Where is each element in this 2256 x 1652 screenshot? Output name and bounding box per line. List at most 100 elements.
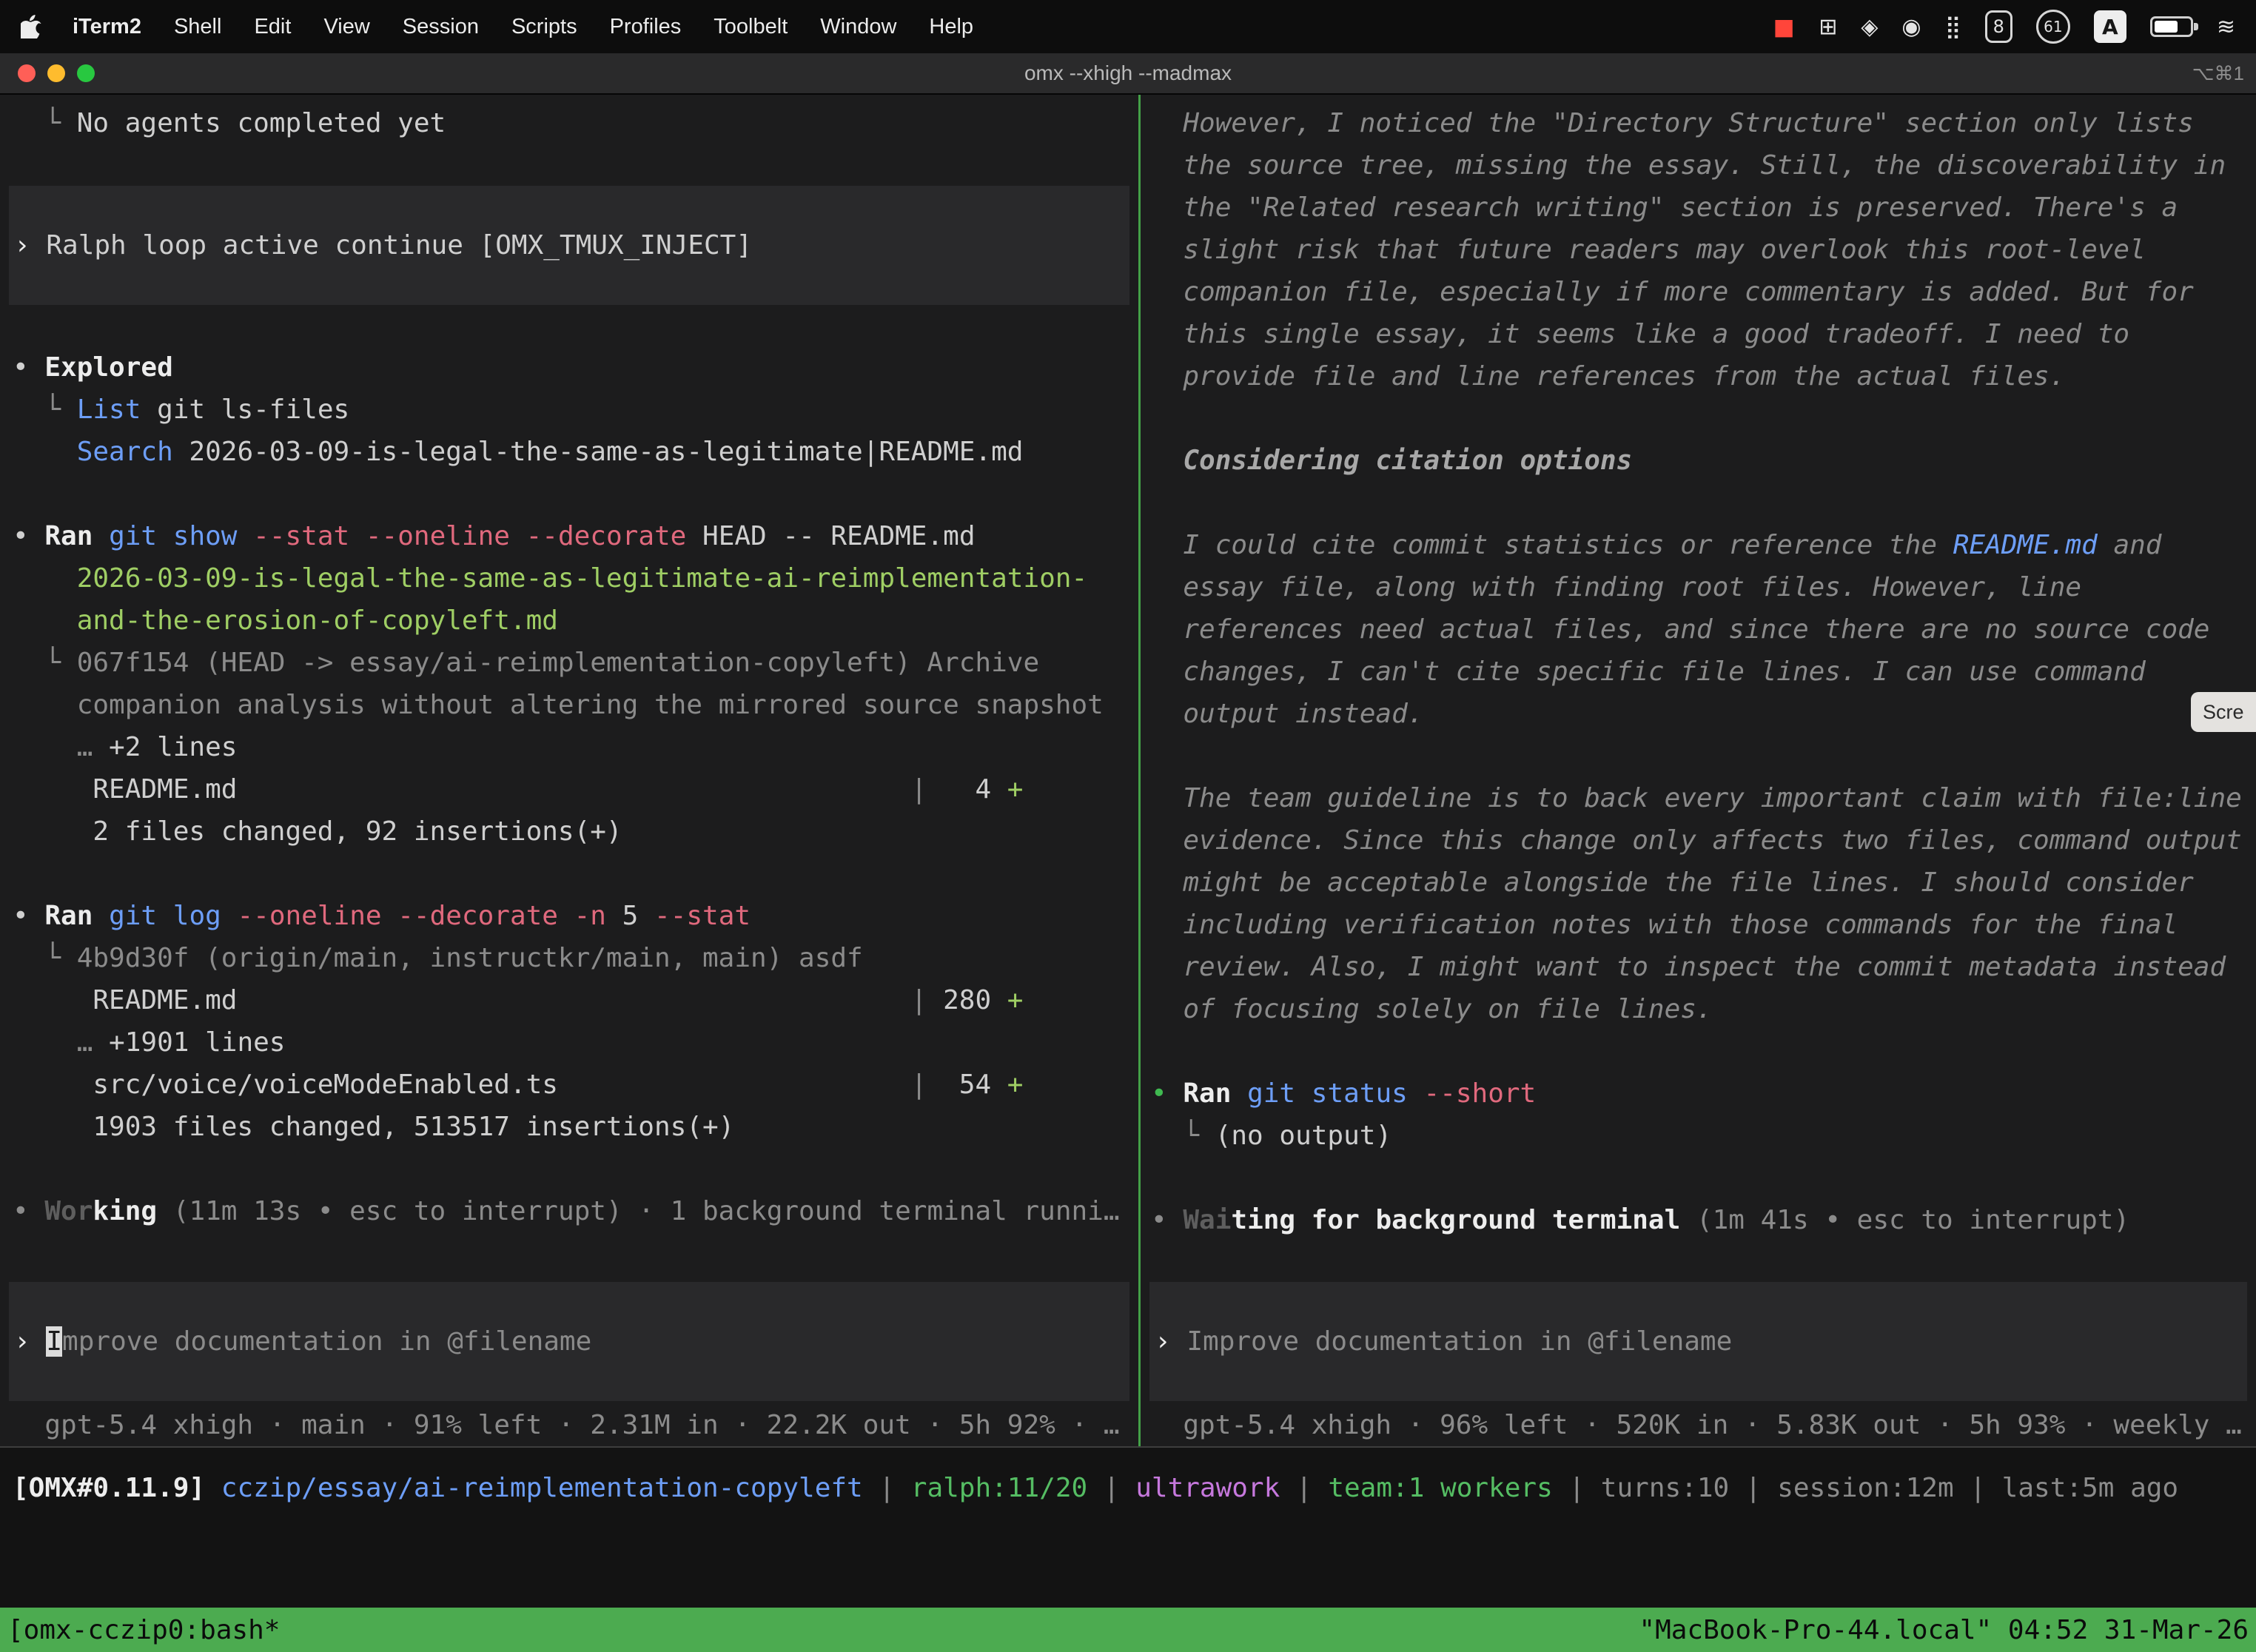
- terminal-line: 1903 files changed, 513517 insertions(+): [13, 1106, 1138, 1148]
- screen-notification-label: Scre: [2203, 701, 2244, 724]
- right-pane-output: However, I noticed the "Directory Struct…: [1141, 102, 2256, 1241]
- terminal-line: the source tree, missing the essay. Stil…: [1151, 144, 2256, 187]
- tmux-session-info: [omx-cczip0:bash*: [7, 1615, 280, 1645]
- menu-shell[interactable]: Shell: [174, 15, 222, 39]
- terminal-line: of focusing solely on file lines.: [1151, 988, 2256, 1030]
- menu-profiles[interactable]: Profiles: [610, 15, 682, 39]
- terminal-line: output instead.: [1151, 693, 2256, 735]
- right-agent-pane[interactable]: However, I noticed the "Directory Struct…: [1141, 95, 2256, 1446]
- terminal-line: … +2 lines: [13, 726, 1138, 768]
- terminal-line: └ (no output): [1151, 1115, 2256, 1157]
- omx-status-bar: [OMX#0.11.9] cczip/essay/ai-reimplementa…: [0, 1448, 2256, 1513]
- traffic-lights: [0, 64, 95, 82]
- left-pane-output: • Explored └ List git ls-files Search 20…: [0, 346, 1138, 1232]
- terminal-line: • Waiting for background terminal (1m 41…: [1151, 1199, 2256, 1241]
- terminal-line: README.md | 4 +: [13, 768, 1138, 810]
- terminal-line: [13, 853, 1138, 895]
- terminal-line: evidence. Since this change only affects…: [1151, 819, 2256, 862]
- menu-view[interactable]: View: [323, 15, 369, 39]
- prompt-input-left-text: › Improve documentation in @filename: [14, 1320, 1121, 1363]
- inject-message-line: › Ralph loop active continue [OMX_TMUX_I…: [14, 224, 1121, 266]
- terminal-line: companion file, especially if more comme…: [1151, 271, 2256, 313]
- terminal-line: and-the-erosion-of-copyleft.md: [13, 600, 1138, 642]
- terminal-line: … +1901 lines: [13, 1021, 1138, 1064]
- app-grid-icon[interactable]: ⊞: [1819, 14, 1837, 40]
- left-agent-pane[interactable]: └ No agents completed yet › Ralph loop a…: [0, 95, 1138, 1446]
- terminal-line: the "Related research writing" section i…: [1151, 187, 2256, 229]
- terminal-line: └ 067f154 (HEAD -> essay/ai-reimplementa…: [13, 642, 1138, 684]
- terminal-line: • Ran git show --stat --oneline --decora…: [13, 515, 1138, 557]
- terminal-line: this single essay, it seems like a good …: [1151, 313, 2256, 355]
- terminal-line: slight risk that future readers may over…: [1151, 229, 2256, 271]
- terminal-line: [1151, 735, 2256, 777]
- terminal-line: references need actual files, and since …: [1151, 608, 2256, 651]
- app-circle-icon[interactable]: ◉: [1901, 14, 1921, 40]
- terminal-line: review. Also, I might want to inspect th…: [1151, 946, 2256, 988]
- terminal-line: changes, I can't cite specific file line…: [1151, 651, 2256, 693]
- terminal-line: • Ran git status --short: [1151, 1072, 2256, 1115]
- terminal-line: [13, 473, 1138, 515]
- menu-iterm2[interactable]: iTerm2: [73, 15, 141, 39]
- terminal-line: companion analysis without altering the …: [13, 684, 1138, 726]
- terminal-line: README.md | 280 +: [13, 979, 1138, 1021]
- terminal-line: I could cite commit statistics or refere…: [1151, 524, 2256, 566]
- inject-message-box[interactable]: › Ralph loop active continue [OMX_TMUX_I…: [9, 186, 1129, 305]
- terminal-line: 2 files changed, 92 insertions(+): [13, 810, 1138, 853]
- terminal-line: [13, 1148, 1138, 1190]
- app-diamond-icon[interactable]: ◈: [1861, 14, 1878, 40]
- menu-session[interactable]: Session: [403, 15, 479, 39]
- terminal-line: Considering citation options: [1151, 440, 2256, 482]
- menu-bar: iTerm2 Shell Edit View Session Scripts Profile…: [0, 0, 2256, 53]
- tmux-host-time: "MacBook-Pro-44.local" 04:52 31-Mar-26: [1639, 1615, 2249, 1645]
- terminal-line: [1151, 482, 2256, 524]
- tmux-panes: └ No agents completed yet › Ralph loop a…: [0, 95, 2256, 1446]
- right-pane-statusline: gpt-5.4 xhigh · 96% left · 520K in · 5.8…: [1141, 1404, 2256, 1446]
- apple-menu-icon[interactable]: [21, 15, 41, 38]
- terminal-line: essay file, along with finding root file…: [1151, 566, 2256, 608]
- input-source-icon[interactable]: A: [2094, 10, 2126, 43]
- prompt-input-right[interactable]: › Improve documentation in @filename: [1149, 1282, 2247, 1401]
- terminal-line: provide file and line references from th…: [1151, 355, 2256, 397]
- prompt-input-left[interactable]: › Improve documentation in @filename: [9, 1282, 1129, 1401]
- battery-percent-badge[interactable]: 61: [2036, 10, 2070, 44]
- menu-help[interactable]: Help: [929, 15, 973, 39]
- terminal-line: [1151, 397, 2256, 440]
- dots-grid-icon[interactable]: ⣿: [1945, 14, 1961, 40]
- menu-scripts[interactable]: Scripts: [511, 15, 577, 39]
- window-titlebar[interactable]: omx --xhigh --madmax ⌥⌘1: [0, 53, 2256, 95]
- terminal-line: src/voice/voiceModeEnabled.ts | 54 +: [13, 1064, 1138, 1106]
- menu-edit[interactable]: Edit: [254, 15, 291, 39]
- screen-recording-indicator[interactable]: ◼: [1773, 12, 1795, 42]
- tmux-status-bar: [omx-cczip0:bash* "MacBook-Pro-44.local"…: [0, 1608, 2256, 1652]
- window-shortcut-badge: ⌥⌘1: [2192, 62, 2256, 85]
- battery-icon[interactable]: [2150, 16, 2193, 37]
- zoom-button[interactable]: [77, 64, 95, 82]
- terminal-line: 2026-03-09-is-legal-the-same-as-legitima…: [13, 557, 1138, 600]
- terminal-line: └ List git ls-files: [13, 389, 1138, 431]
- left-pane-statusline: gpt-5.4 xhigh · main · 91% left · 2.31M …: [0, 1404, 1138, 1446]
- menu-status-icons: ◼ ⊞ ◈ ◉ ⣿ 8 61 A ≋: [1773, 10, 2235, 44]
- stat-pill-icon[interactable]: 8: [1985, 10, 2012, 43]
- left-pane-preamble: └ No agents completed yet: [0, 102, 1138, 144]
- terminal-line: • Ran git log --oneline --decorate -n 5 …: [13, 895, 1138, 937]
- terminal-line: Search 2026-03-09-is-legal-the-same-as-l…: [13, 431, 1138, 473]
- menu-toolbelt[interactable]: Toolbelt: [714, 15, 788, 39]
- screen-notification-tab[interactable]: Scre: [2191, 692, 2256, 732]
- terminal-line: └ No agents completed yet: [13, 102, 1138, 144]
- terminal-line: • Working (11m 13s • esc to interrupt) ·…: [13, 1190, 1138, 1232]
- terminal-area: └ No agents completed yet › Ralph loop a…: [0, 95, 2256, 1652]
- window-title: omx --xhigh --madmax: [0, 61, 2256, 85]
- prompt-input-right-text: › Improve documentation in @filename: [1155, 1320, 2238, 1363]
- terminal-line: However, I noticed the "Directory Struct…: [1151, 102, 2256, 144]
- terminal-line: [1151, 1030, 2256, 1072]
- terminal-line: [1151, 1157, 2256, 1199]
- minimize-button[interactable]: [47, 64, 65, 82]
- close-button[interactable]: [18, 64, 36, 82]
- terminal-line: └ 4b9d30f (origin/main, instructkr/main,…: [13, 937, 1138, 979]
- menu-items: iTerm2 Shell Edit View Session Scripts Profile…: [73, 15, 1006, 39]
- terminal-line: • Explored: [13, 346, 1138, 389]
- menu-window[interactable]: Window: [820, 15, 896, 39]
- terminal-line: including verification notes with those …: [1151, 904, 2256, 946]
- wifi-icon[interactable]: ≋: [2217, 14, 2235, 40]
- terminal-line: might be acceptable alongside the file l…: [1151, 862, 2256, 904]
